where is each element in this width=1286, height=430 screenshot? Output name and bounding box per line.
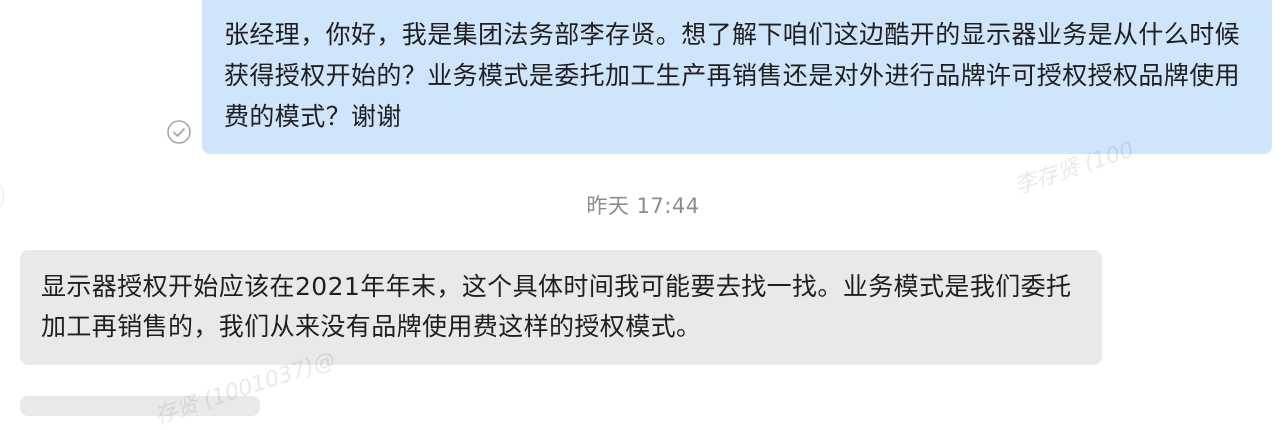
chat-history: 张经理，你好，我是集团法务部李存贤。想了解下咱们这边酷开的显示器业务是从什么时候… — [0, 0, 1286, 429]
incoming-message-text: 显示器授权开始应该在2021年年末，这个具体时间我可能要去找一找。业务模式是我们… — [41, 272, 1072, 341]
read-check-icon — [166, 119, 192, 145]
message-timestamp: 昨天 17:44 — [586, 194, 700, 218]
outgoing-message-bubble[interactable]: 张经理，你好，我是集团法务部李存贤。想了解下咱们这边酷开的显示器业务是从什么时候… — [202, 0, 1272, 154]
next-message-bubble[interactable] — [20, 396, 260, 416]
outgoing-message-text: 张经理，你好，我是集团法务部李存贤。想了解下咱们这边酷开的显示器业务是从什么时候… — [224, 20, 1241, 131]
incoming-message-bubble[interactable]: 显示器授权开始应该在2021年年末，这个具体时间我可能要去找一找。业务模式是我们… — [20, 250, 1102, 365]
